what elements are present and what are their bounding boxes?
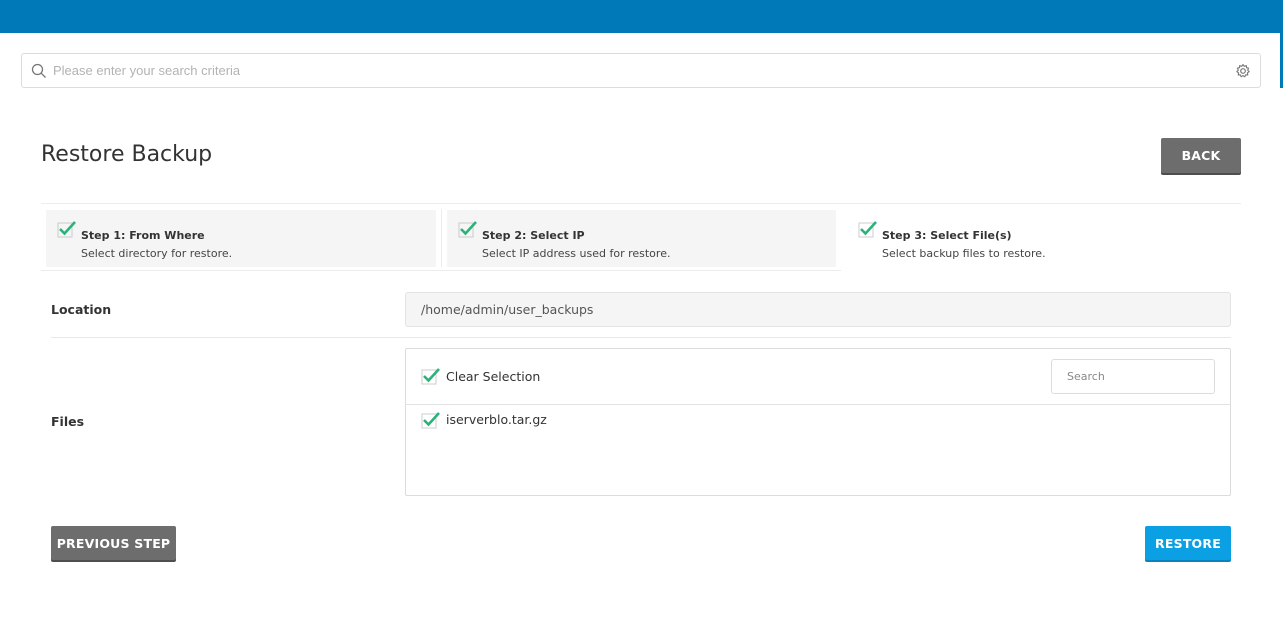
checkmark-icon — [458, 221, 477, 238]
files-list-box: Clear Selection iserverblo.tar.gz — [405, 348, 1231, 496]
wizard-steps: Step 1: From Where Select directory for … — [41, 203, 1241, 271]
step-description: Select directory for restore. — [81, 247, 233, 260]
files-search-input[interactable] — [1051, 359, 1215, 394]
divider — [41, 270, 841, 271]
gear-icon[interactable] — [1235, 63, 1251, 79]
step-from-where[interactable]: Step 1: From Where Select directory for … — [46, 210, 436, 267]
location-label: Location — [51, 302, 112, 317]
step-title: Step 3: Select File(s) — [882, 229, 1012, 242]
previous-step-button[interactable]: PREVIOUS STEP — [51, 526, 176, 560]
checkmark-icon — [57, 221, 76, 238]
top-bar — [0, 0, 1283, 33]
restore-button[interactable]: RESTORE — [1145, 526, 1231, 560]
files-label: Files — [51, 414, 85, 429]
search-icon — [31, 63, 46, 78]
checkmark-icon — [858, 221, 877, 238]
step-title: Step 1: From Where — [81, 229, 205, 242]
list-item[interactable]: iserverblo.tar.gz — [406, 407, 1230, 435]
step-description: Select backup files to restore. — [882, 247, 1046, 260]
divider — [51, 337, 1231, 338]
divider — [441, 209, 442, 267]
step-title: Step 2: Select IP — [482, 229, 585, 242]
file-name: iserverblo.tar.gz — [446, 412, 547, 427]
step-select-ip[interactable]: Step 2: Select IP Select IP address used… — [447, 210, 836, 267]
clear-selection-checkbox[interactable] — [421, 367, 441, 385]
global-search — [21, 53, 1261, 88]
step-select-files[interactable]: Step 3: Select File(s) Select backup fil… — [847, 210, 1241, 267]
files-list-header: Clear Selection — [406, 349, 1230, 405]
clear-selection-label[interactable]: Clear Selection — [446, 369, 540, 384]
back-button[interactable]: BACK — [1161, 138, 1241, 173]
step-description: Select IP address used for restore. — [482, 247, 671, 260]
location-field: /home/admin/user_backups — [405, 292, 1231, 327]
page-title: Restore Backup — [41, 142, 213, 167]
search-input[interactable] — [53, 54, 1223, 87]
file-checkbox[interactable] — [421, 411, 441, 429]
